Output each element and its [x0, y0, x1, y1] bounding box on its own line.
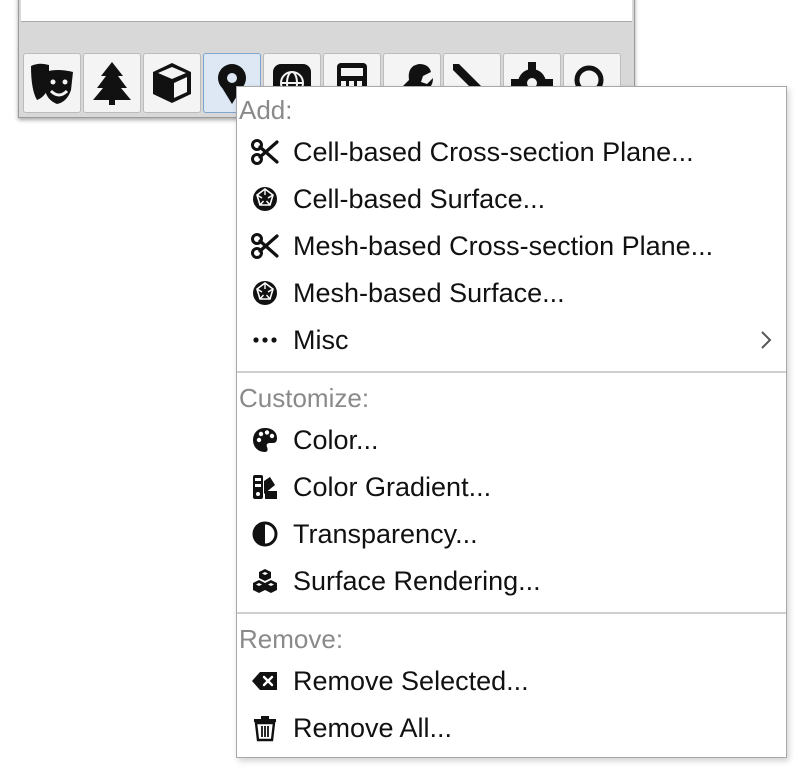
menu-item-mesh-surface[interactable]: Mesh-based Surface... [237, 271, 786, 315]
menu-item-remove-selected[interactable]: Remove Selected... [237, 659, 786, 703]
menu-item-color[interactable]: Color... [237, 418, 786, 462]
menu-item-label: Misc [293, 324, 349, 355]
half-circle-icon [250, 519, 280, 549]
toolbar-button-cube[interactable] [143, 53, 201, 113]
menu-item-label: Mesh-based Surface... [293, 277, 565, 308]
menu-item-color-gradient[interactable]: Color Gradient... [237, 465, 786, 509]
menu-item-transparency[interactable]: Transparency... [237, 512, 786, 556]
menu-item-cell-cross-section[interactable]: Cell-based Cross-section Plane... [237, 130, 786, 174]
toolbar-button-masks[interactable] [23, 53, 81, 113]
menu-item-label: Color... [293, 424, 379, 455]
menu-item-misc[interactable]: Misc [237, 318, 786, 362]
cubes-icon [250, 566, 280, 596]
menu-item-label: Transparency... [293, 518, 478, 549]
menu-separator [237, 612, 786, 614]
menu-separator [237, 371, 786, 373]
section-label-remove: Remove: [239, 624, 344, 654]
menu-item-label: Cell-based Surface... [293, 183, 546, 214]
menu-item-label: Remove All... [293, 712, 453, 743]
menu-item-label: Mesh-based Cross-section Plane... [293, 230, 714, 261]
menu-item-cell-surface[interactable]: Cell-based Surface... [237, 177, 786, 221]
dropdown-menu: Add: Cell-based Cross-section Plane... C… [236, 86, 787, 758]
menu-item-label: Cell-based Cross-section Plane... [293, 136, 694, 167]
chevron-right-icon [761, 331, 772, 349]
trash-icon [250, 713, 280, 743]
section-label-customize: Customize: [239, 383, 370, 413]
menu-item-remove-all[interactable]: Remove All... [237, 706, 786, 750]
ellipsis-icon [250, 325, 280, 355]
icosahedron-icon [250, 184, 280, 214]
cube-icon [153, 63, 191, 103]
section-label-add: Add: [239, 95, 293, 125]
app-canvas [21, 0, 632, 22]
icosahedron-icon [250, 278, 280, 308]
toolbar-button-tree[interactable] [83, 53, 141, 113]
tree-icon [93, 62, 131, 105]
palette-icon [250, 425, 280, 455]
menu-item-label: Surface Rendering... [293, 565, 541, 596]
backspace-icon [250, 666, 280, 696]
scissors-icon [250, 231, 280, 261]
swatchbook-icon [250, 472, 280, 502]
menu-item-label: Remove Selected... [293, 665, 529, 696]
menu-item-mesh-cross-section[interactable]: Mesh-based Cross-section Plane... [237, 224, 786, 268]
theater-masks-icon [31, 63, 73, 104]
menu-item-surface-rendering[interactable]: Surface Rendering... [237, 559, 786, 603]
scissors-icon [250, 137, 280, 167]
menu-item-label: Color Gradient... [293, 471, 492, 502]
